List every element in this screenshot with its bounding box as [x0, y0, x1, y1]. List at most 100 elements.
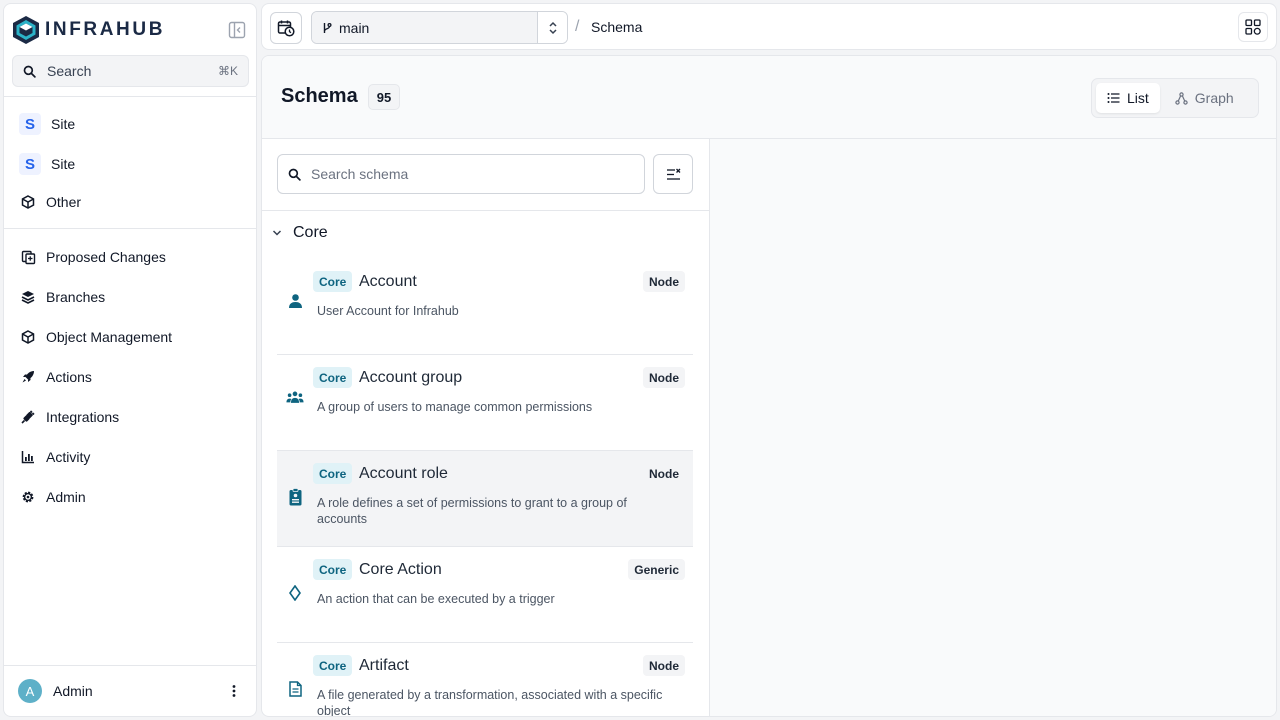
rocket-icon: [20, 369, 36, 385]
users-group-icon: [286, 388, 304, 406]
gear-icon: [20, 489, 36, 505]
user-menu[interactable]: A Admin: [4, 665, 256, 716]
schema-item-description: A role defines a set of permissions to g…: [317, 496, 627, 526]
user-name: Admin: [53, 683, 93, 699]
git-branch-icon: [323, 22, 332, 33]
sidebar-item-label: Activity: [46, 449, 91, 465]
sidebar-item-other[interactable]: Other: [20, 191, 81, 213]
top-bar: main / Schema: [261, 3, 1277, 50]
branch-dropdown-toggle[interactable]: [537, 12, 567, 43]
schema-count-badge: 95: [368, 84, 400, 110]
breadcrumb-separator: /: [575, 18, 580, 35]
schema-item-description: A group of users to manage common permis…: [317, 400, 593, 414]
schema-kind-badge: Node: [643, 367, 685, 388]
main-content: Schema 95 List Graph Search schema Core …: [261, 55, 1277, 717]
schema-item[interactable]: Core Core Action Generic An action that …: [277, 547, 693, 643]
schema-group-core[interactable]: Core: [272, 223, 328, 243]
search-shortcut: ⌘K: [217, 64, 238, 78]
page-title: Schema: [281, 85, 358, 107]
apps-menu-button[interactable]: [1238, 12, 1268, 42]
divider: [262, 210, 710, 211]
schema-search[interactable]: [277, 154, 645, 194]
schema-item-selected[interactable]: Core Account role Node A role defines a …: [277, 451, 693, 547]
divider: [4, 228, 256, 229]
schema-item[interactable]: Core Artifact Node A file generated by a…: [277, 643, 693, 717]
collapse-sidebar-icon[interactable]: [228, 21, 246, 39]
site-badge: S: [19, 153, 41, 175]
schema-kind-badge: Generic: [628, 559, 685, 580]
schema-item-name: Account group: [359, 369, 463, 386]
schema-kind-badge: Node: [643, 655, 685, 676]
schema-detail-pane: [710, 139, 1276, 716]
namespace-badge: Core: [313, 655, 353, 676]
avatar: A: [18, 679, 42, 703]
activity-icon: [20, 449, 36, 465]
plug-icon: [20, 409, 36, 425]
schema-item-name: Core Action: [359, 561, 442, 578]
global-search[interactable]: Search ⌘K: [12, 55, 249, 87]
schema-kind-badge: Node: [643, 463, 685, 484]
sidebar-item-site[interactable]: S Site: [19, 153, 76, 175]
schema-item[interactable]: Core Account group Node A group of users…: [277, 355, 693, 451]
sidebar-item-object-management[interactable]: Object Management: [20, 326, 172, 348]
namespace-badge: Core: [313, 271, 353, 292]
schema-item[interactable]: Core Account Node User Account for Infra…: [277, 259, 693, 355]
sidebar-item-actions[interactable]: Actions: [20, 366, 92, 388]
sidebar-item-branches[interactable]: Branches: [20, 286, 105, 308]
branches-icon: [20, 289, 36, 305]
schema-search-input[interactable]: [311, 166, 631, 182]
sidebar-item-label: Actions: [46, 369, 92, 385]
infrahub-logo-icon: [13, 16, 39, 44]
page-header: Schema 95 List Graph: [262, 56, 1276, 139]
schema-item-name: Artifact: [359, 657, 409, 674]
search-label: Search: [47, 63, 92, 79]
sidebar-item-label: Admin: [46, 489, 86, 505]
search-icon: [23, 65, 36, 78]
list-view-button[interactable]: List: [1096, 83, 1160, 113]
schema-item-name: Account role: [359, 465, 448, 482]
branch-current[interactable]: main: [312, 12, 537, 43]
divider: [4, 96, 256, 97]
schema-item-name: Account: [359, 273, 417, 290]
view-toggle: List Graph: [1091, 78, 1259, 118]
proposed-changes-icon: [20, 249, 36, 265]
graph-view-label: Graph: [1194, 90, 1234, 106]
schema-list-pane: Core Core Account Node User Account for …: [262, 139, 710, 717]
breadcrumb[interactable]: Schema: [591, 19, 642, 35]
sidebar-item-activity[interactable]: Activity: [20, 446, 90, 468]
sidebar: INFRAHUB Search ⌘K S Site S Site Other P…: [3, 3, 257, 717]
sidebar-item-label: Site: [51, 156, 76, 172]
user-icon: [286, 292, 304, 310]
file-icon: [286, 680, 304, 698]
diamond-icon: [286, 584, 304, 602]
badge-icon: [286, 488, 304, 506]
sidebar-item-label: Integrations: [46, 409, 120, 425]
time-travel-button[interactable]: [270, 12, 302, 44]
cube-icon: [20, 194, 36, 210]
list-view-label: List: [1127, 90, 1149, 106]
sidebar-item-label: Proposed Changes: [46, 249, 166, 265]
logo[interactable]: INFRAHUB: [12, 14, 250, 46]
sidebar-item-label: Branches: [46, 289, 106, 305]
site-badge: S: [19, 113, 41, 135]
kebab-menu-icon[interactable]: [226, 683, 242, 699]
graph-icon: [1175, 91, 1188, 105]
chevron-up-down-icon: [548, 21, 557, 34]
branch-selector[interactable]: main: [311, 11, 568, 44]
sidebar-item-admin[interactable]: Admin: [20, 486, 86, 508]
sidebar-item-integrations[interactable]: Integrations: [20, 406, 119, 428]
logo-text: INFRAHUB: [45, 19, 166, 40]
branch-name: main: [339, 19, 370, 36]
filter-icon: [666, 168, 680, 180]
namespace-badge: Core: [313, 559, 353, 580]
list-icon: [1107, 93, 1120, 103]
sidebar-item-label: Site: [51, 116, 76, 132]
schema-item-description: A file generated by a transformation, as…: [317, 688, 663, 717]
graph-view-button[interactable]: Graph: [1164, 83, 1245, 113]
namespace-badge: Core: [313, 367, 353, 388]
sidebar-item-site[interactable]: S Site: [19, 113, 76, 135]
namespace-badge: Core: [313, 463, 353, 484]
filter-button[interactable]: [653, 154, 693, 194]
calendar-clock-icon: [277, 20, 295, 37]
sidebar-item-proposed-changes[interactable]: Proposed Changes: [20, 246, 166, 268]
